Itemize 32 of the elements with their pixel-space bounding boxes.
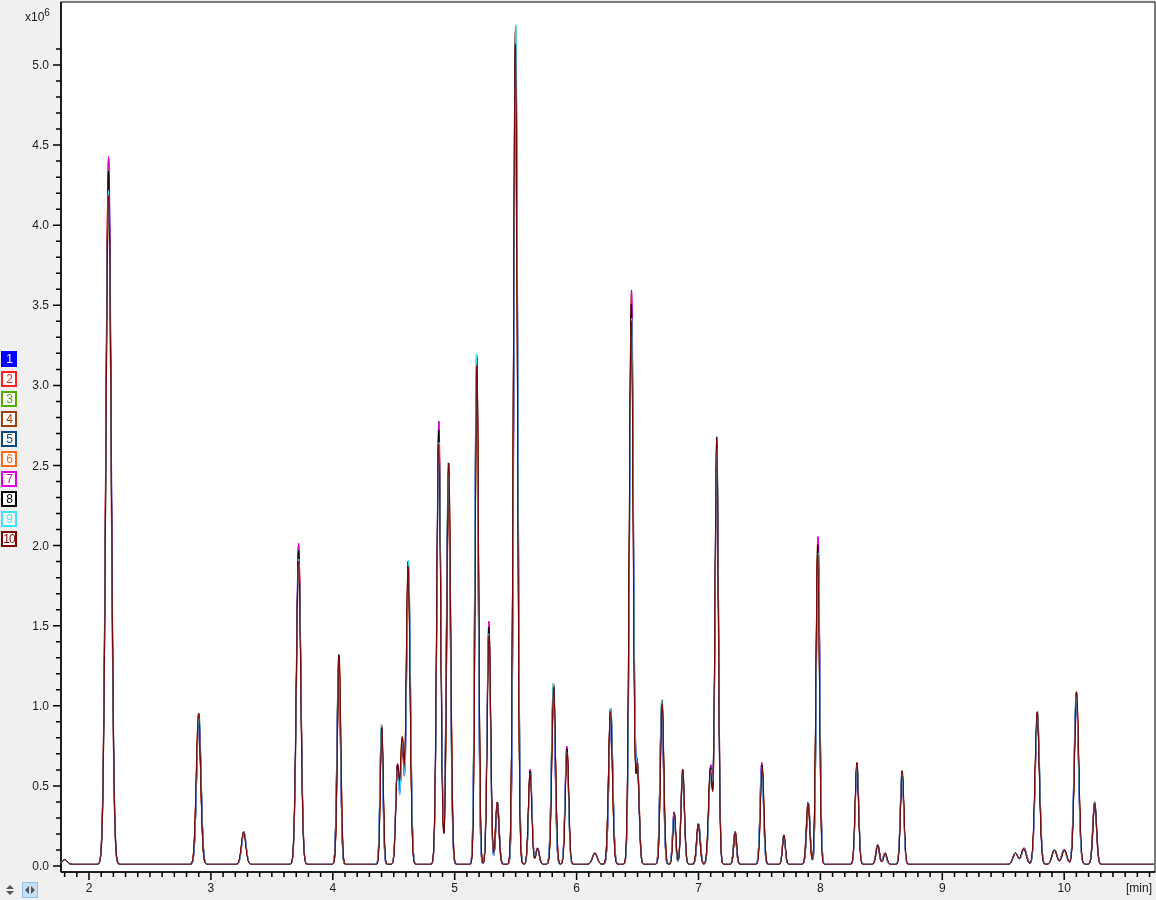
y-tick-label: 1.0 xyxy=(32,698,49,713)
y-tick-label: 4.0 xyxy=(32,218,49,233)
horizontal-zoom-button[interactable] xyxy=(22,882,38,898)
y-tick-label: 2.0 xyxy=(32,538,49,553)
y-axis-multiplier: x10$^{6}$ xyxy=(25,6,50,24)
y-tick-label: 3.5 xyxy=(32,298,49,313)
y-tick-label: 3.0 xyxy=(32,378,49,393)
left-right-arrows-icon xyxy=(25,886,35,894)
x-axis-unit: [min] xyxy=(1126,881,1152,895)
trace-toggle[interactable]: 8 xyxy=(1,491,17,507)
trace-toggle[interactable]: 2 xyxy=(1,371,17,387)
y-tick-label: 0.5 xyxy=(32,778,49,793)
trace-toggle[interactable]: 5 xyxy=(1,431,17,447)
x-tick-label: 2 xyxy=(85,881,93,895)
y-tick-label: 2.5 xyxy=(32,458,49,473)
y-tick-label: 5.0 xyxy=(32,58,49,72)
trace-toggle[interactable]: 10 xyxy=(1,531,17,547)
y-tick-label: 4.5 xyxy=(32,138,49,153)
up-down-arrows-icon xyxy=(6,885,14,895)
x-tick-label: 6 xyxy=(573,881,580,895)
y-tick-label: 0.0 xyxy=(32,859,49,873)
trace-toggle[interactable]: 4 xyxy=(1,411,17,427)
x-tick-label: 8 xyxy=(817,881,824,895)
x-tick-label: 4 xyxy=(329,881,337,895)
x-tick-label: 5 xyxy=(451,881,459,895)
x-tick-label: 7 xyxy=(695,881,702,895)
trace-toggle[interactable]: 7 xyxy=(1,471,17,487)
trace-toggle[interactable]: 1 xyxy=(1,351,17,367)
x-tick-label: 10 xyxy=(1057,881,1071,895)
x-tick-label: 3 xyxy=(207,881,215,895)
x-tick-label: 9 xyxy=(938,881,946,895)
y-tick-label: 1.5 xyxy=(32,618,49,633)
